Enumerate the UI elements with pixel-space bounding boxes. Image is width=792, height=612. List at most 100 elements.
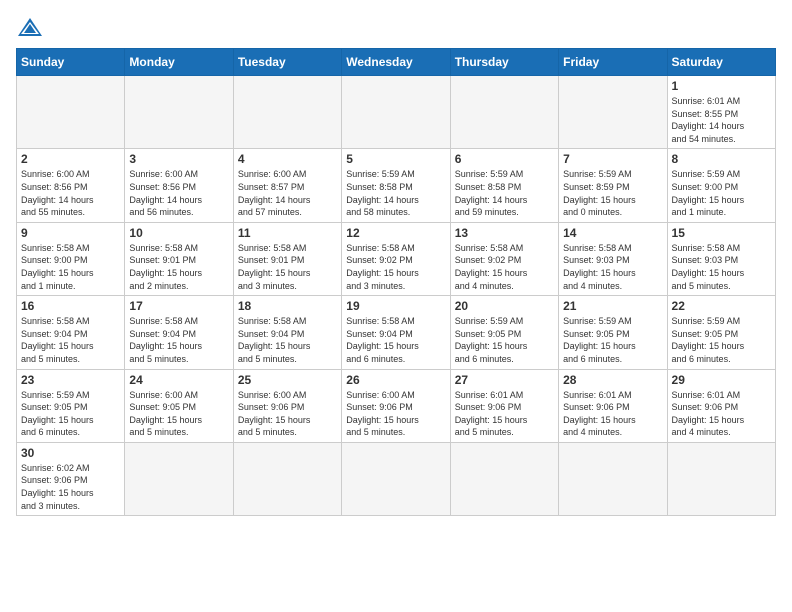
day-info: Sunrise: 6:01 AM Sunset: 8:55 PM Dayligh… xyxy=(672,95,771,145)
calendar-cell: 3 Sunrise: 6:00 AM Sunset: 8:56 PM Daylig… xyxy=(125,149,233,222)
calendar-cell xyxy=(559,76,667,149)
day-number: 10 xyxy=(129,226,228,240)
calendar-cell xyxy=(342,76,450,149)
calendar-cell: 20 Sunrise: 5:59 AM Sunset: 9:05 PM Dayli… xyxy=(450,296,558,369)
logo xyxy=(16,16,48,38)
day-number: 30 xyxy=(21,446,120,460)
day-info: Sunrise: 5:58 AM Sunset: 9:02 PM Dayligh… xyxy=(346,242,445,292)
day-info: Sunrise: 6:00 AM Sunset: 8:57 PM Dayligh… xyxy=(238,168,337,218)
calendar-cell xyxy=(342,442,450,515)
day-info: Sunrise: 6:00 AM Sunset: 9:06 PM Dayligh… xyxy=(238,389,337,439)
day-info: Sunrise: 5:58 AM Sunset: 9:04 PM Dayligh… xyxy=(238,315,337,365)
day-info: Sunrise: 5:59 AM Sunset: 9:05 PM Dayligh… xyxy=(563,315,662,365)
calendar-cell: 12Sunrise: 5:58 AM Sunset: 9:02 PM Dayli… xyxy=(342,222,450,295)
calendar-cell: 22Sunrise: 5:59 AM Sunset: 9:05 PM Dayli… xyxy=(667,296,775,369)
day-info: Sunrise: 5:58 AM Sunset: 9:01 PM Dayligh… xyxy=(238,242,337,292)
day-number: 1 xyxy=(672,79,771,93)
day-info: Sunrise: 6:01 AM Sunset: 9:06 PM Dayligh… xyxy=(563,389,662,439)
calendar-cell: 2 Sunrise: 6:00 AM Sunset: 8:56 PM Daylig… xyxy=(17,149,125,222)
day-number: 9 xyxy=(21,226,120,240)
calendar-cell xyxy=(667,442,775,515)
calendar-cell: 28 Sunrise: 6:01 AM Sunset: 9:06 PM Dayli… xyxy=(559,369,667,442)
day-info: Sunrise: 5:58 AM Sunset: 9:02 PM Dayligh… xyxy=(455,242,554,292)
weekday-header: Friday xyxy=(559,49,667,76)
day-info: Sunrise: 6:00 AM Sunset: 8:56 PM Dayligh… xyxy=(21,168,120,218)
day-info: Sunrise: 5:59 AM Sunset: 8:58 PM Dayligh… xyxy=(455,168,554,218)
day-info: Sunrise: 5:59 AM Sunset: 8:59 PM Dayligh… xyxy=(563,168,662,218)
calendar-cell: 6 Sunrise: 5:59 AM Sunset: 8:58 PM Daylig… xyxy=(450,149,558,222)
day-number: 21 xyxy=(563,299,662,313)
day-number: 25 xyxy=(238,373,337,387)
calendar-cell xyxy=(233,76,341,149)
day-number: 16 xyxy=(21,299,120,313)
day-info: Sunrise: 5:59 AM Sunset: 9:05 PM Dayligh… xyxy=(672,315,771,365)
calendar-cell: 7 Sunrise: 5:59 AM Sunset: 8:59 PM Daylig… xyxy=(559,149,667,222)
calendar-cell: 24Sunrise: 6:00 AM Sunset: 9:05 PM Dayli… xyxy=(125,369,233,442)
calendar-cell: 30 Sunrise: 6:02 AM Sunset: 9:06 PM Dayli… xyxy=(17,442,125,515)
day-number: 15 xyxy=(672,226,771,240)
day-number: 27 xyxy=(455,373,554,387)
day-number: 20 xyxy=(455,299,554,313)
weekday-header: Saturday xyxy=(667,49,775,76)
day-number: 23 xyxy=(21,373,120,387)
calendar-week-row: 9 Sunrise: 5:58 AM Sunset: 9:00 PM Daylig… xyxy=(17,222,776,295)
day-info: Sunrise: 5:58 AM Sunset: 9:01 PM Dayligh… xyxy=(129,242,228,292)
calendar-cell xyxy=(450,442,558,515)
day-number: 3 xyxy=(129,152,228,166)
weekday-header: Tuesday xyxy=(233,49,341,76)
day-number: 28 xyxy=(563,373,662,387)
day-number: 17 xyxy=(129,299,228,313)
calendar-cell: 19 Sunrise: 5:58 AM Sunset: 9:04 PM Dayli… xyxy=(342,296,450,369)
day-number: 19 xyxy=(346,299,445,313)
day-number: 6 xyxy=(455,152,554,166)
calendar-cell xyxy=(559,442,667,515)
day-info: Sunrise: 6:00 AM Sunset: 9:05 PM Dayligh… xyxy=(129,389,228,439)
day-number: 2 xyxy=(21,152,120,166)
weekday-header: Monday xyxy=(125,49,233,76)
day-number: 8 xyxy=(672,152,771,166)
day-info: Sunrise: 5:58 AM Sunset: 9:03 PM Dayligh… xyxy=(563,242,662,292)
calendar-week-row: 2 Sunrise: 6:00 AM Sunset: 8:56 PM Daylig… xyxy=(17,149,776,222)
calendar-header xyxy=(16,16,776,38)
day-info: Sunrise: 6:00 AM Sunset: 9:06 PM Dayligh… xyxy=(346,389,445,439)
day-info: Sunrise: 5:58 AM Sunset: 9:04 PM Dayligh… xyxy=(129,315,228,365)
day-info: Sunrise: 5:58 AM Sunset: 9:04 PM Dayligh… xyxy=(346,315,445,365)
day-info: Sunrise: 6:02 AM Sunset: 9:06 PM Dayligh… xyxy=(21,462,120,512)
calendar-cell xyxy=(233,442,341,515)
day-number: 11 xyxy=(238,226,337,240)
calendar-cell: 23Sunrise: 5:59 AM Sunset: 9:05 PM Dayli… xyxy=(17,369,125,442)
day-number: 7 xyxy=(563,152,662,166)
calendar-cell: 1 Sunrise: 6:01 AM Sunset: 8:55 PM Daylig… xyxy=(667,76,775,149)
day-info: Sunrise: 6:00 AM Sunset: 8:56 PM Dayligh… xyxy=(129,168,228,218)
day-info: Sunrise: 5:58 AM Sunset: 9:03 PM Dayligh… xyxy=(672,242,771,292)
calendar-cell: 16Sunrise: 5:58 AM Sunset: 9:04 PM Dayli… xyxy=(17,296,125,369)
day-info: Sunrise: 5:59 AM Sunset: 9:05 PM Dayligh… xyxy=(455,315,554,365)
weekday-header: Wednesday xyxy=(342,49,450,76)
day-number: 26 xyxy=(346,373,445,387)
day-number: 14 xyxy=(563,226,662,240)
logo-icon xyxy=(16,16,44,38)
calendar-cell: 15 Sunrise: 5:58 AM Sunset: 9:03 PM Dayli… xyxy=(667,222,775,295)
day-number: 18 xyxy=(238,299,337,313)
day-number: 13 xyxy=(455,226,554,240)
calendar-cell: 18 Sunrise: 5:58 AM Sunset: 9:04 PM Dayli… xyxy=(233,296,341,369)
calendar-week-row: 23Sunrise: 5:59 AM Sunset: 9:05 PM Dayli… xyxy=(17,369,776,442)
day-info: Sunrise: 5:58 AM Sunset: 9:00 PM Dayligh… xyxy=(21,242,120,292)
calendar-week-row: 30 Sunrise: 6:02 AM Sunset: 9:06 PM Dayli… xyxy=(17,442,776,515)
calendar-cell: 21 Sunrise: 5:59 AM Sunset: 9:05 PM Dayli… xyxy=(559,296,667,369)
calendar-cell: 26 Sunrise: 6:00 AM Sunset: 9:06 PM Dayli… xyxy=(342,369,450,442)
calendar-cell: 10 Sunrise: 5:58 AM Sunset: 9:01 PM Dayli… xyxy=(125,222,233,295)
day-info: Sunrise: 6:01 AM Sunset: 9:06 PM Dayligh… xyxy=(672,389,771,439)
day-info: Sunrise: 6:01 AM Sunset: 9:06 PM Dayligh… xyxy=(455,389,554,439)
day-info: Sunrise: 5:59 AM Sunset: 8:58 PM Dayligh… xyxy=(346,168,445,218)
calendar-cell: 8Sunrise: 5:59 AM Sunset: 9:00 PM Daylig… xyxy=(667,149,775,222)
weekday-header: Thursday xyxy=(450,49,558,76)
calendar-cell xyxy=(450,76,558,149)
day-number: 4 xyxy=(238,152,337,166)
calendar-cell: 17 Sunrise: 5:58 AM Sunset: 9:04 PM Dayli… xyxy=(125,296,233,369)
calendar-cell: 29 Sunrise: 6:01 AM Sunset: 9:06 PM Dayli… xyxy=(667,369,775,442)
day-number: 5 xyxy=(346,152,445,166)
calendar-cell: 13 Sunrise: 5:58 AM Sunset: 9:02 PM Dayli… xyxy=(450,222,558,295)
day-number: 29 xyxy=(672,373,771,387)
weekday-header-row: SundayMondayTuesdayWednesdayThursdayFrid… xyxy=(17,49,776,76)
